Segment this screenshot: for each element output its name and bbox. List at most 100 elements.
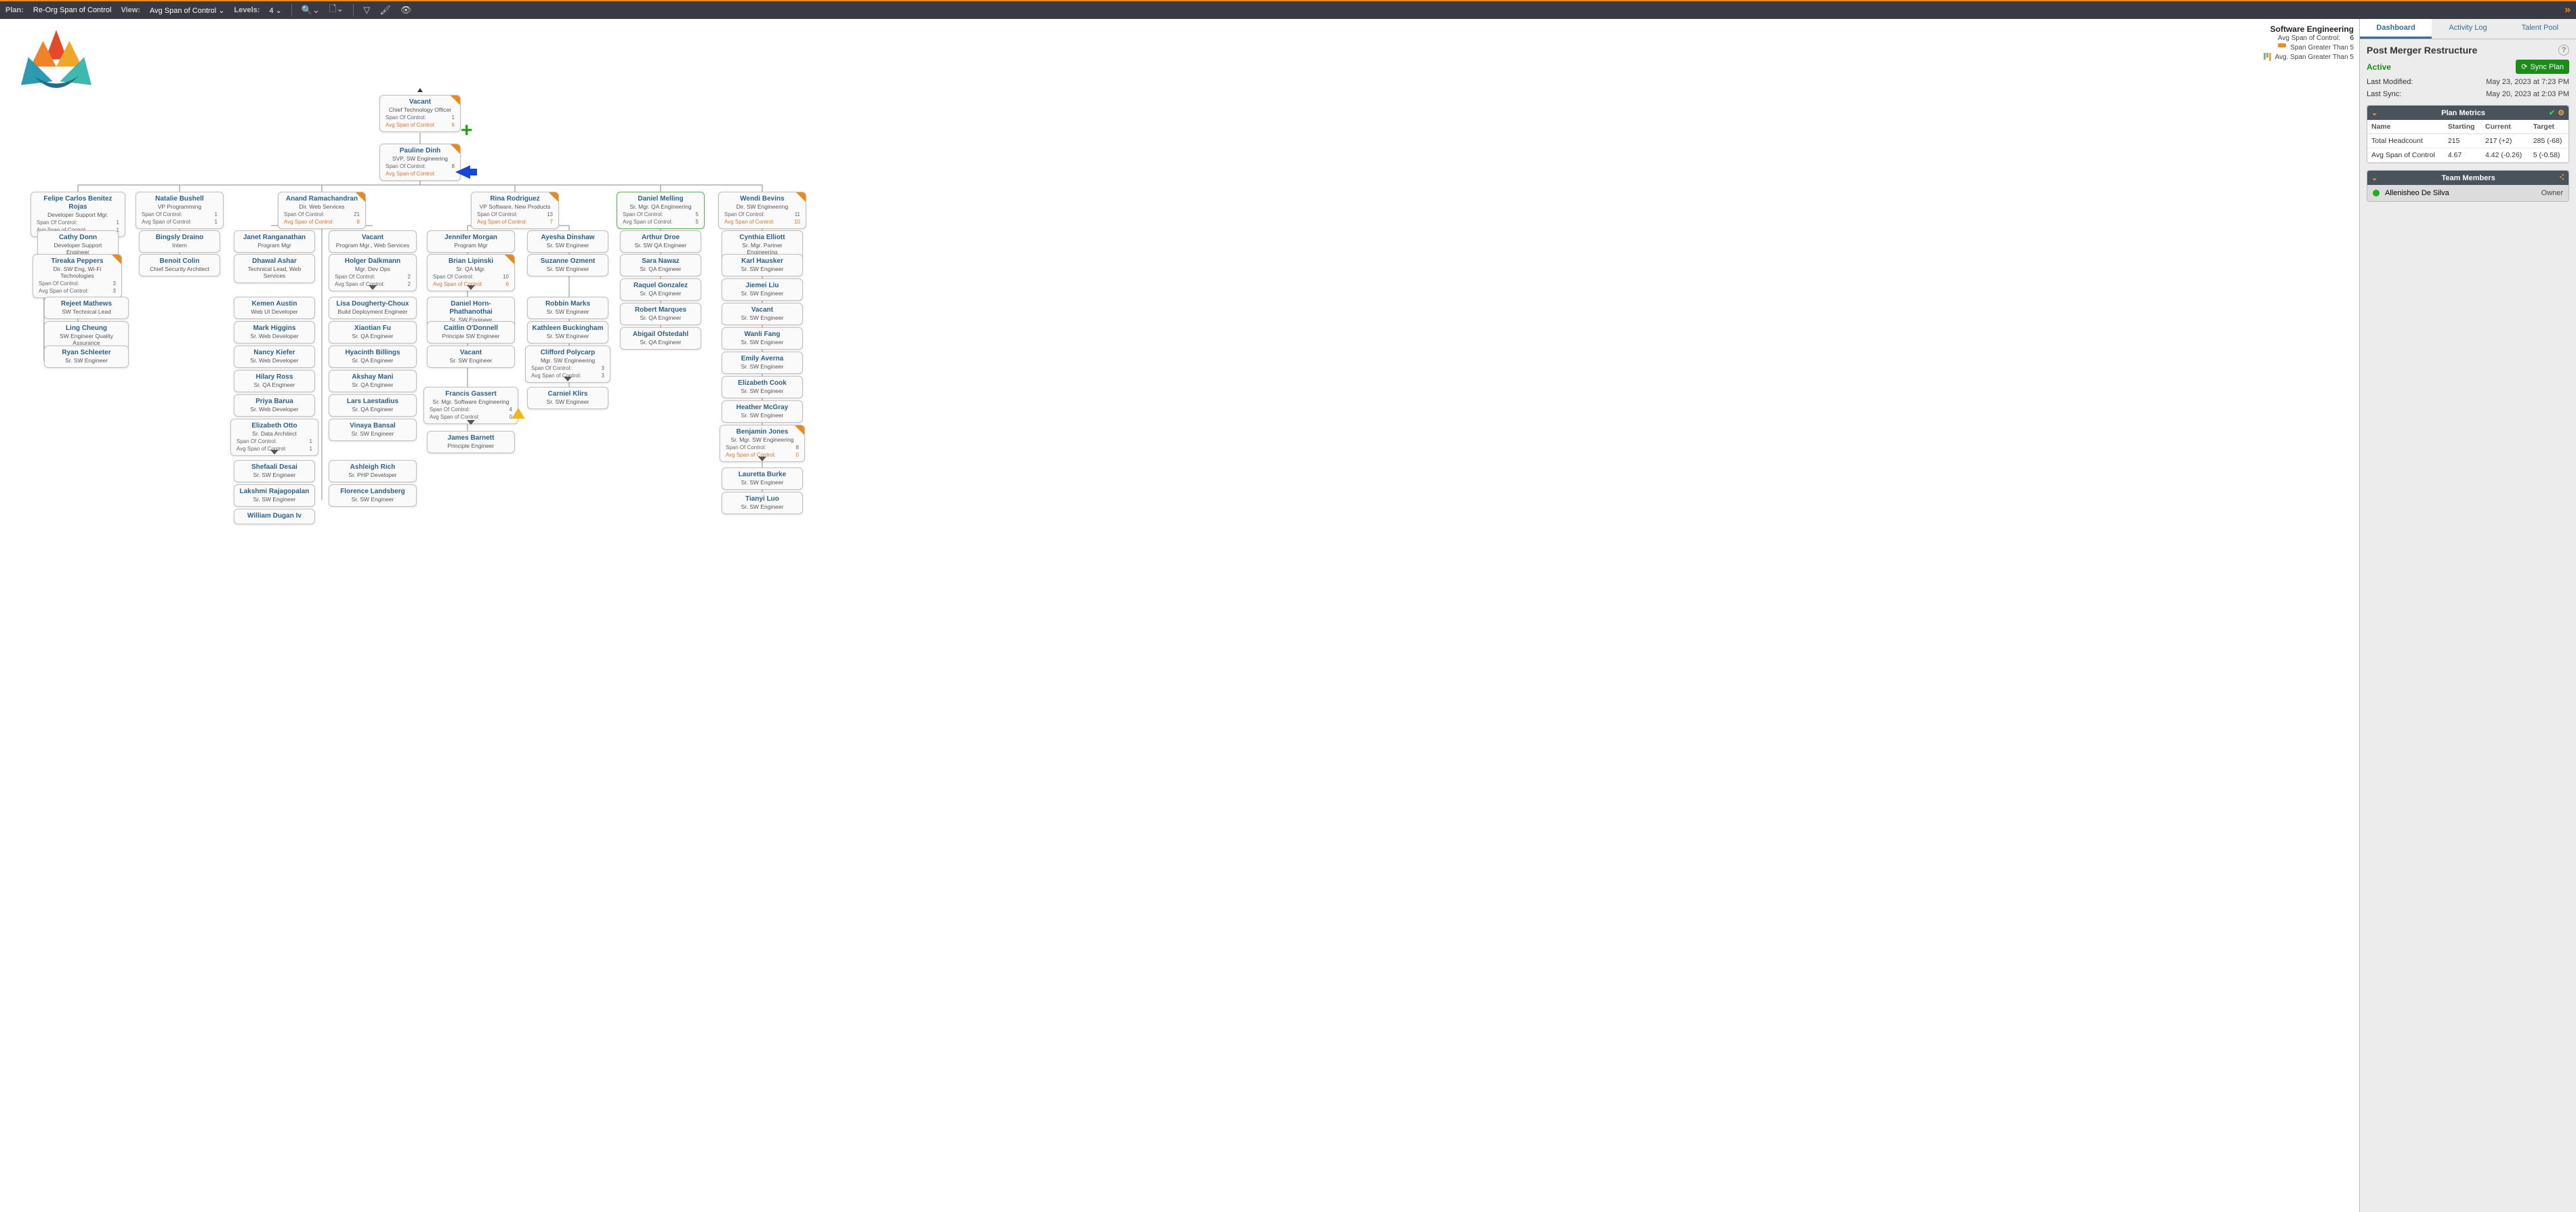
tab-dashboard[interactable]: Dashboard — [2360, 19, 2432, 39]
card-lars[interactable]: Lars LaestadiusSr. QA Engineer — [329, 394, 417, 417]
card-william[interactable]: William Dugan Iv — [234, 509, 315, 524]
card-mark[interactable]: Mark HigginsSr. Web Developer — [234, 321, 315, 343]
card-nancy[interactable]: Nancy KieferSr. Web Developer — [234, 346, 315, 368]
card-james[interactable]: James BarnettPrinciple Engineer — [427, 431, 515, 453]
view-dropdown[interactable]: Avg Span of Control ⌄ — [150, 6, 225, 15]
card-xiaotian[interactable]: Xiaotian FuSr. QA Engineer — [329, 321, 417, 343]
expand-icon[interactable] — [467, 420, 475, 425]
view-label: View: — [121, 6, 140, 14]
member-name: Allenisheo De Silva — [2385, 189, 2449, 197]
card-cto[interactable]: Vacant Chief Technology Officer Span Of … — [379, 95, 461, 132]
card-kemen[interactable]: Kemen AustinWeb UI Developer — [234, 297, 315, 319]
card-benoit[interactable]: Benoit Colin Chief Security Architect — [139, 254, 220, 276]
card-bingsly[interactable]: Bingsly Draino Intern — [139, 230, 220, 253]
gear-icon[interactable]: ⚙ — [2558, 108, 2564, 117]
expand-icon[interactable] — [270, 450, 278, 455]
card-l1-rina[interactable]: Rina Rodriguez VP Software, New Products… — [471, 192, 559, 229]
card-l1-anand[interactable]: Anand Ramachandran Dir. Web Services Spa… — [278, 192, 366, 229]
card-wanli[interactable]: Wanli FangSr. SW Engineer — [722, 327, 803, 350]
share-icon[interactable]: ⠪ — [2559, 173, 2564, 182]
zoom-icon[interactable]: 🔍⌄ — [302, 5, 320, 16]
card-hyacinth[interactable]: Hyacinth BillingsSr. QA Engineer — [329, 346, 417, 368]
card-sara[interactable]: Sara NawazSr. QA Engineer — [620, 254, 701, 276]
card-karl[interactable]: Karl HauskerSr. SW Engineer — [722, 254, 803, 276]
separator — [353, 4, 354, 16]
card-janet[interactable]: Janet RanganathanProgram Mgr — [234, 230, 315, 253]
side-tabs: Dashboard Activity Log Talent Pool — [2360, 19, 2576, 39]
tab-activity-log[interactable]: Activity Log — [2432, 19, 2504, 39]
corner-flag-icon — [356, 192, 365, 202]
col-target: Target — [2529, 120, 2569, 134]
card-vacant-webservices[interactable]: VacantProgram Mgr., Web Services — [329, 230, 417, 253]
card-florence[interactable]: Florence LandsbergSr. SW Engineer — [329, 484, 417, 507]
org-chart-canvas[interactable]: Software Engineering Avg Span of Control… — [0, 19, 2359, 1212]
card-shefaali[interactable]: Shefaali DesaiSr. SW Engineer — [234, 460, 315, 482]
collapse-panel-icon[interactable]: » — [2564, 4, 2571, 16]
card-l1-wendi[interactable]: Wendi Bevins Dir. SW Engineering Span Of… — [718, 192, 806, 229]
card-akshay[interactable]: Akshay ManiSr. QA Engineer — [329, 370, 417, 392]
card-ashleigh[interactable]: Ashleigh RichSr. PHP Developer — [329, 460, 417, 482]
card-lakshmi[interactable]: Lakshmi RajagopalanSr. SW Engineer — [234, 484, 315, 507]
card-robert[interactable]: Robert MarquesSr. QA Engineer — [620, 303, 701, 325]
brush-icon[interactable]: 🖌 — [379, 5, 391, 16]
card-kathleen[interactable]: Kathleen BuckinghamSr. SW Engineer — [527, 321, 608, 343]
plan-value[interactable]: Re-Org Span of Control — [33, 6, 112, 14]
card-elizabethc[interactable]: Elizabeth CookSr. SW Engineer — [722, 376, 803, 398]
col-starting: Starting — [2444, 120, 2481, 134]
check-icon[interactable]: ✔ — [2549, 108, 2555, 117]
card-jennifer[interactable]: Jennifer MorganProgram Mgr — [427, 230, 515, 253]
chevron-down-icon[interactable]: ⌄ — [2371, 108, 2377, 117]
filter-icon[interactable]: ▽ — [363, 5, 370, 16]
card-francis[interactable]: Francis Gassert Sr. Mgr. Software Engine… — [423, 387, 518, 424]
eye-icon[interactable]: 👁 — [400, 5, 412, 16]
expand-icon[interactable] — [369, 285, 377, 290]
chevron-down-icon[interactable]: ⌄ — [2371, 173, 2377, 182]
page-icon[interactable]: 🗋⌄ — [329, 3, 344, 18]
expand-icon[interactable] — [467, 285, 475, 290]
card-ayesha[interactable]: Ayesha DinshawSr. SW Engineer — [527, 230, 608, 253]
card-priya[interactable]: Priya BaruaSr. Web Developer — [234, 394, 315, 417]
corner-flag-icon — [796, 192, 806, 202]
expand-icon[interactable] — [564, 377, 572, 381]
corner-flag-icon — [549, 192, 558, 202]
card-caitlin[interactable]: Caitlin O'DonnellPrinciple SW Engineer — [427, 321, 515, 343]
panel-title: Post Merger Restructure — [2367, 45, 2477, 56]
card-hilary[interactable]: Hilary RossSr. QA Engineer — [234, 370, 315, 392]
team-member-row[interactable]: Allenisheo De Silva Owner — [2367, 185, 2569, 201]
chevron-down-icon: ⌄ — [218, 7, 224, 15]
card-role: Chief Technology Officer — [384, 106, 456, 113]
card-arthur[interactable]: Arthur DroeSr. SW QA Engineer — [620, 230, 701, 253]
card-suzanne[interactable]: Suzanne OzmentSr. SW Engineer — [527, 254, 608, 276]
card-rejeet[interactable]: Rejeet Mathews SW Technical Lead — [44, 297, 129, 319]
card-tianyi[interactable]: Tianyi LuoSr. SW Engineer — [722, 492, 803, 514]
card-lisa[interactable]: Lisa Dougherty-ChouxBuild Deployment Eng… — [329, 297, 417, 319]
last-modified-value: May 23, 2023 at 7:23 PM — [2486, 78, 2569, 86]
card-carniel[interactable]: Carniel KlirsSr. SW Engineer — [527, 387, 608, 409]
tab-talent-pool[interactable]: Talent Pool — [2504, 19, 2576, 39]
card-heather[interactable]: Heather McGraySr. SW Engineer — [722, 400, 803, 423]
card-jiemei[interactable]: Jiemei LiuSr. SW Engineer — [722, 278, 803, 301]
levels-dropdown[interactable]: 4 ⌄ — [269, 6, 281, 15]
corner-flag-icon — [795, 425, 804, 435]
card-robbin[interactable]: Robbin MarksSr. SW Engineer — [527, 297, 608, 319]
card-abigail[interactable]: Abigail OfstedahlSr. QA Engineer — [620, 327, 701, 350]
card-lauretta[interactable]: Lauretta BurkeSr. SW Engineer — [722, 467, 803, 490]
card-l1-daniel[interactable]: Daniel Melling Sr. Mgr. QA Engineering S… — [617, 192, 705, 229]
sync-plan-button[interactable]: ⟳ Sync Plan — [2516, 60, 2569, 74]
card-raquel[interactable]: Raquel GonzalezSr. QA Engineer — [620, 278, 701, 301]
card-vinaya[interactable]: Vinaya BansalSr. SW Engineer — [329, 419, 417, 441]
card-emily[interactable]: Emily AvernaSr. SW Engineer — [722, 352, 803, 374]
team-members-title: Team Members — [2441, 174, 2495, 182]
card-tireaka[interactable]: Tireaka Peppers Dir. SW Eng, Wi-Fi Techn… — [33, 254, 122, 298]
plan-metrics-table: Name Starting Current Target Total Headc… — [2367, 120, 2569, 163]
card-vacant2[interactable]: VacantSr. SW Engineer — [722, 303, 803, 325]
card-ryan[interactable]: Ryan Schleeter Sr. SW Engineer — [44, 346, 129, 368]
expand-icon[interactable] — [758, 457, 766, 461]
last-sync-label: Last Sync: — [2367, 90, 2401, 98]
help-icon[interactable]: ? — [2558, 45, 2569, 56]
card-svp[interactable]: Pauline Dinh SVP, SW Engineering Span Of… — [379, 144, 461, 181]
card-vacant-sw[interactable]: VacantSr. SW Engineer — [427, 346, 515, 368]
card-dhawal[interactable]: Dhawal AsharTechnical Lead, Web Services — [234, 254, 315, 283]
card-l1-natalie[interactable]: Natalie Bushell VP Programming Span Of C… — [136, 192, 224, 229]
plan-metrics-panel: ⌄ Plan Metrics ✔ ⚙ Name Starting Current… — [2367, 105, 2569, 163]
